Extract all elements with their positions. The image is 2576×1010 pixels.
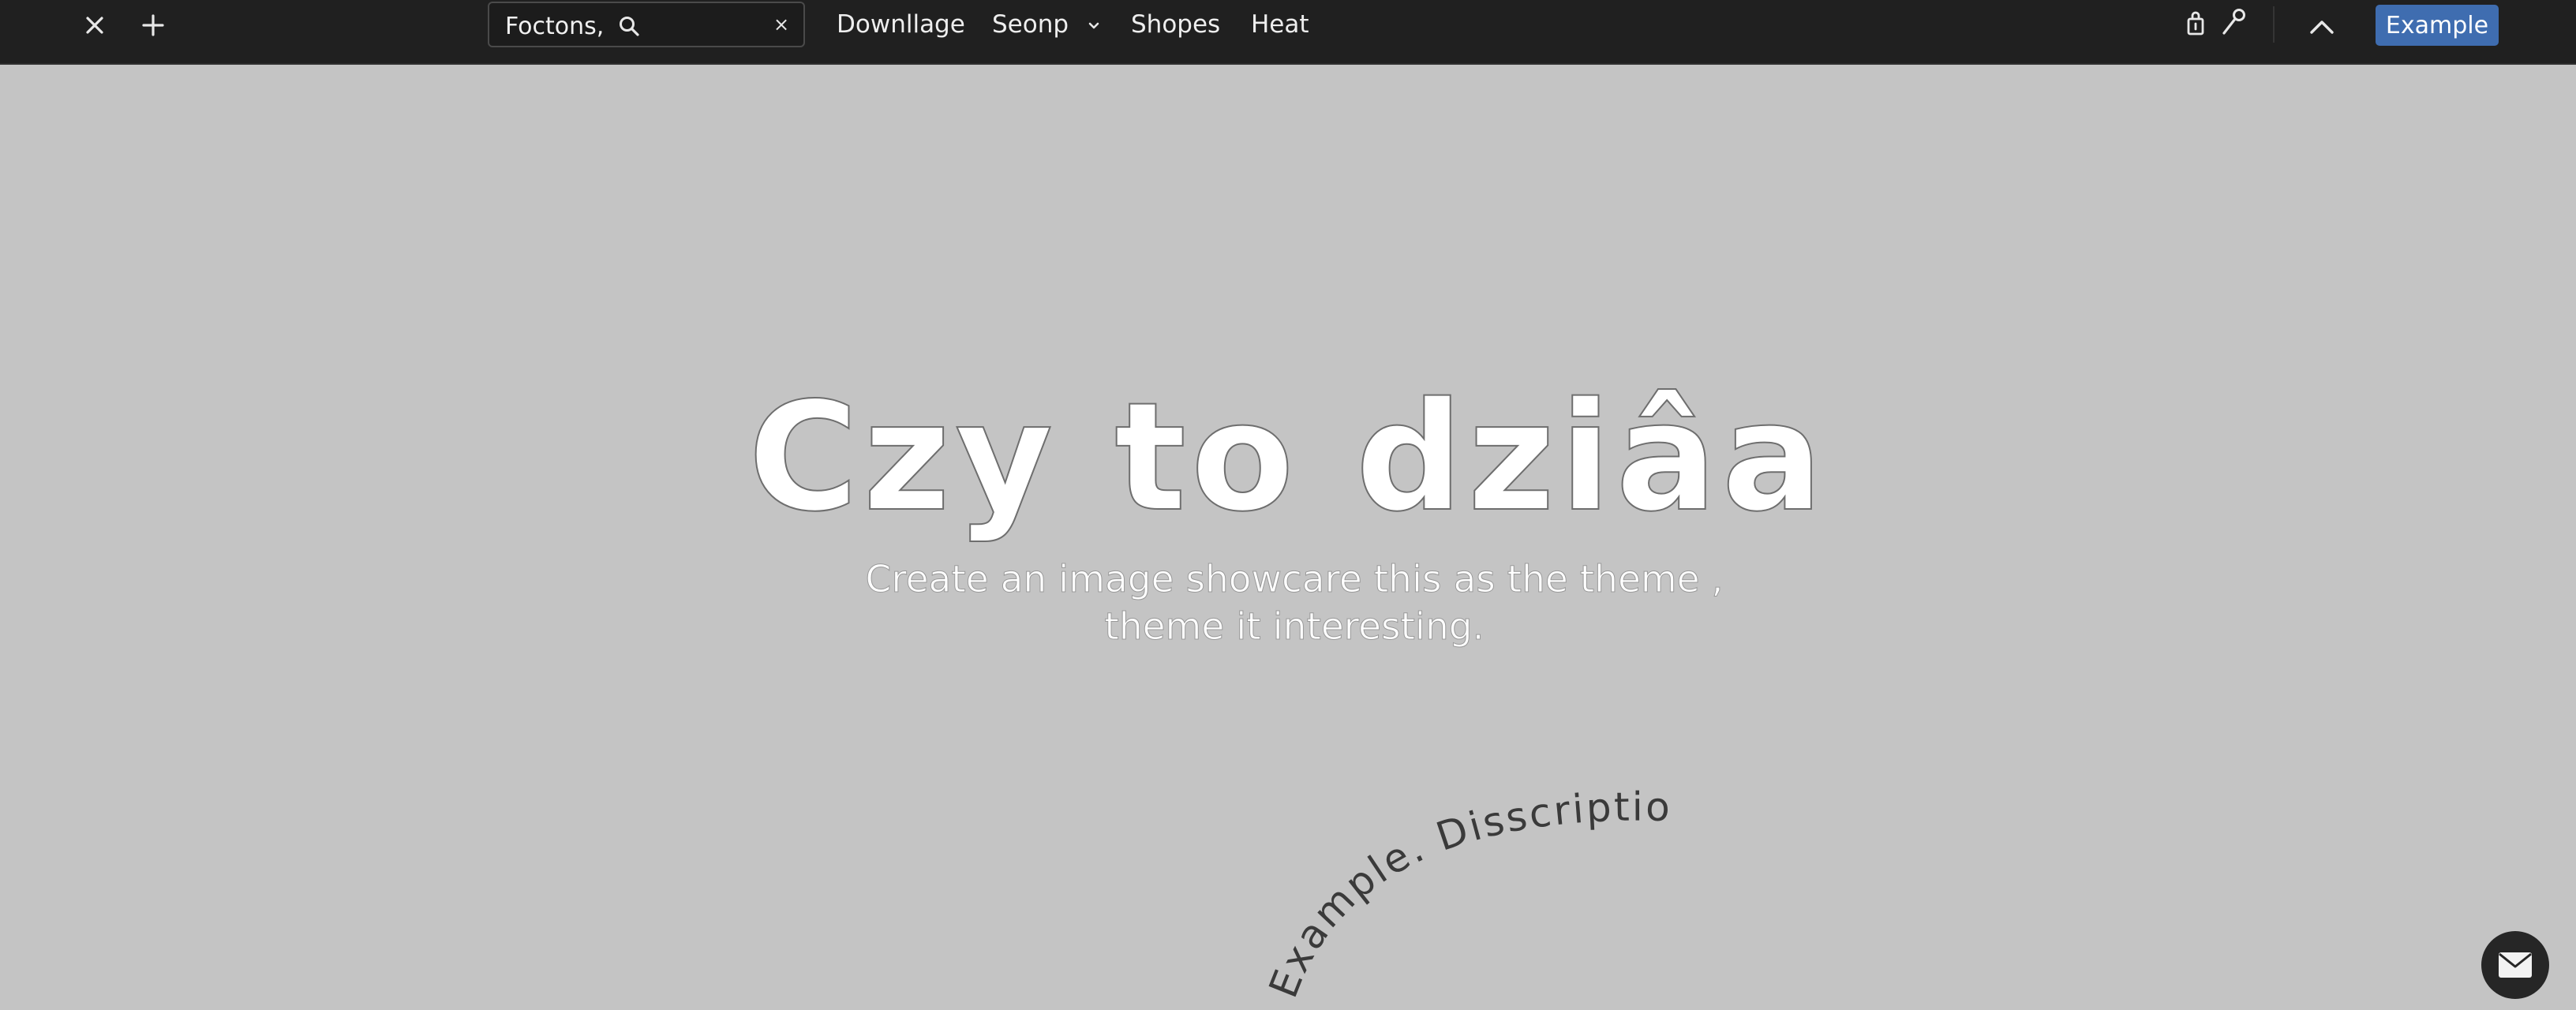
example-button[interactable]: Example [2376,5,2499,46]
nav-item-downllage[interactable]: Downllage [837,10,965,39]
nav-item-shopes[interactable]: Shopes [1131,10,1220,39]
key-icon[interactable] [2218,5,2249,39]
bag-icon[interactable] [2181,8,2210,39]
hero-title: Czy to dziâa [747,369,1828,545]
search-clear-button[interactable]: × [770,11,792,38]
search-field[interactable]: Foctons, × [488,2,805,47]
chevron-up-icon[interactable] [2306,13,2338,41]
search-icon[interactable] [616,13,642,39]
plus-icon[interactable] [136,11,170,39]
mail-icon [2499,952,2532,978]
nav-item-seonp[interactable]: Seonp [992,10,1102,39]
nav-item-heat[interactable]: Heat [1251,10,1309,39]
nav-item-seonp-label: Seonp [992,10,1069,39]
hero-subtitle: Create an image showcare this as the the… [865,558,1724,649]
close-icon[interactable] [77,11,112,39]
chevron-down-icon [1088,22,1099,28]
toolbar-divider [2273,6,2275,43]
chat-button[interactable] [2481,931,2549,999]
top-toolbar: Foctons, × Downllage Seonp Shopes Heat E… [0,0,2576,65]
search-input[interactable]: Foctons, [505,13,604,40]
